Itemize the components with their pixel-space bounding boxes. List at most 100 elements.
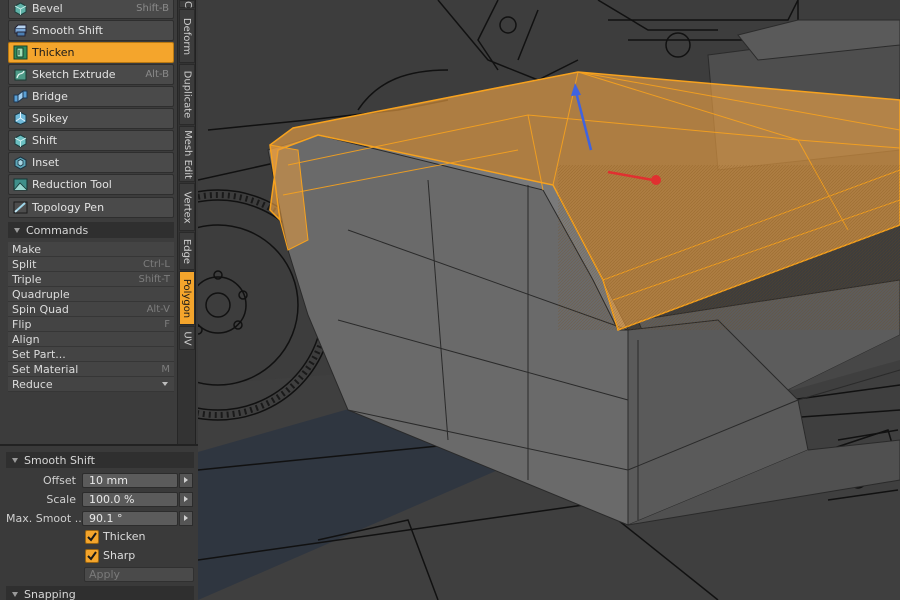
sharp-checkbox-label: Sharp bbox=[103, 549, 136, 562]
offset-input[interactable]: 10 mm bbox=[82, 472, 178, 488]
sharp-checkbox[interactable] bbox=[85, 549, 99, 563]
inset-icon bbox=[14, 156, 27, 170]
command-flip-button[interactable]: Flip F bbox=[8, 317, 174, 332]
command-label: Spin Quad bbox=[12, 302, 69, 316]
command-triple-button[interactable]: Triple Shift-T bbox=[8, 272, 174, 287]
smooth-shift-section-header[interactable]: Smooth Shift bbox=[6, 452, 194, 468]
checkmark-icon bbox=[87, 532, 97, 542]
command-set-part-button[interactable]: Set Part... bbox=[8, 347, 174, 362]
tool-smooth-shift-label: Smooth Shift bbox=[32, 24, 103, 37]
commands-header-label: Commands bbox=[26, 223, 89, 237]
tab-label: C bbox=[181, 0, 193, 8]
command-label: Set Part... bbox=[12, 347, 66, 361]
tool-properties-panel: Smooth Shift Offset 10 mm Scale 100.0 % … bbox=[0, 444, 198, 600]
tab-label: Mesh Edit bbox=[181, 129, 193, 179]
max-smooth-input[interactable]: 90.1 ° bbox=[82, 510, 178, 526]
tool-thicken-button[interactable]: Thicken bbox=[8, 42, 174, 63]
thicken-icon bbox=[13, 45, 28, 60]
reduction-tool-icon bbox=[13, 178, 28, 191]
command-reduce-dropdown[interactable]: Reduce bbox=[8, 377, 174, 392]
tool-shift-button[interactable]: Shift bbox=[8, 130, 174, 151]
bevel-icon bbox=[14, 2, 27, 16]
scale-spinner[interactable] bbox=[179, 491, 193, 507]
command-split-button[interactable]: Split Ctrl-L bbox=[8, 257, 174, 272]
command-shortcut: Alt-V bbox=[146, 303, 170, 315]
gizmo-x-handle[interactable] bbox=[651, 175, 661, 185]
offset-spinner[interactable] bbox=[179, 472, 193, 488]
tab-mesh-edit[interactable]: Mesh Edit bbox=[179, 126, 195, 182]
max-smooth-label: Max. Smoot ... bbox=[6, 511, 82, 525]
scale-label: Scale bbox=[46, 492, 76, 506]
checkmark-icon bbox=[87, 551, 97, 561]
topology-pen-icon bbox=[13, 201, 28, 214]
tab-label: UV bbox=[181, 330, 193, 346]
command-label: Split bbox=[12, 257, 37, 271]
tab-uv[interactable]: UV bbox=[179, 326, 195, 350]
command-shortcut: M bbox=[161, 363, 170, 375]
snapping-header-label: Snapping bbox=[24, 587, 76, 600]
spinner-arrow-icon bbox=[184, 477, 188, 483]
tool-topology-pen-label: Topology Pen bbox=[32, 201, 105, 214]
tab-label: Duplicate bbox=[181, 70, 193, 119]
tab-edge[interactable]: Edge bbox=[179, 232, 195, 270]
collapse-triangle-icon bbox=[14, 227, 20, 233]
shift-icon bbox=[14, 134, 27, 148]
scale-input[interactable]: 100.0 % bbox=[82, 491, 178, 507]
tool-bevel-label: Bevel bbox=[32, 2, 63, 15]
thicken-checkbox[interactable] bbox=[85, 530, 99, 544]
spikey-icon bbox=[14, 111, 27, 126]
spinner-arrow-icon bbox=[184, 496, 188, 502]
command-make-button[interactable]: Make bbox=[8, 242, 174, 257]
tool-topology-pen-button[interactable]: Topology Pen bbox=[8, 197, 174, 218]
command-label: Set Material bbox=[12, 362, 79, 376]
tool-inset-button[interactable]: Inset bbox=[8, 152, 174, 173]
tool-spikey-button[interactable]: Spikey bbox=[8, 108, 174, 129]
tool-sketch-extrude-button[interactable]: Sketch Extrude Alt-B bbox=[8, 64, 174, 85]
dropdown-arrow-icon bbox=[162, 382, 168, 386]
command-label: Flip bbox=[12, 317, 32, 331]
tab-vertex[interactable]: Vertex bbox=[179, 183, 195, 231]
command-align-button[interactable]: Align bbox=[8, 332, 174, 347]
3d-viewport[interactable] bbox=[198, 0, 900, 600]
collapse-triangle-icon bbox=[12, 591, 18, 597]
tab-label: Vertex bbox=[181, 190, 193, 224]
command-spin-quad-button[interactable]: Spin Quad Alt-V bbox=[8, 302, 174, 317]
command-set-material-button[interactable]: Set Material M bbox=[8, 362, 174, 377]
tool-reduction-tool-button[interactable]: Reduction Tool bbox=[8, 174, 174, 195]
offset-row: Offset 10 mm bbox=[6, 472, 194, 488]
command-quadruple-button[interactable]: Quadruple bbox=[8, 287, 174, 302]
tool-thicken-label: Thicken bbox=[32, 46, 75, 59]
snapping-section-header[interactable]: Snapping bbox=[6, 586, 194, 600]
thicken-checkbox-label: Thicken bbox=[103, 530, 146, 543]
spinner-arrow-icon bbox=[184, 515, 188, 521]
tab-duplicate[interactable]: Duplicate bbox=[179, 64, 195, 125]
tool-sketch-extrude-label: Sketch Extrude bbox=[32, 68, 116, 81]
command-label: Quadruple bbox=[12, 287, 70, 301]
tool-bevel-button[interactable]: Bevel Shift-B bbox=[8, 0, 174, 19]
max-smooth-row: Max. Smoot ... 90.1 ° bbox=[6, 510, 194, 526]
tool-smooth-shift-button[interactable]: Smooth Shift bbox=[8, 20, 174, 41]
offset-label: Offset bbox=[42, 473, 76, 487]
command-label: Reduce bbox=[12, 377, 53, 391]
sketch-extrude-icon bbox=[14, 69, 27, 81]
viewport-scene bbox=[198, 0, 900, 600]
tool-inset-label: Inset bbox=[32, 156, 60, 169]
collapse-triangle-icon bbox=[12, 457, 18, 463]
smooth-shift-icon bbox=[14, 24, 27, 37]
tool-spikey-label: Spikey bbox=[32, 112, 69, 125]
command-label: Triple bbox=[12, 272, 42, 286]
commands-section-header[interactable]: Commands bbox=[8, 222, 174, 238]
command-shortcut: F bbox=[164, 318, 170, 330]
tab-label: Edge bbox=[181, 238, 193, 264]
tool-reduction-tool-label: Reduction Tool bbox=[32, 178, 112, 191]
bridge-icon bbox=[13, 89, 28, 104]
tool-bridge-button[interactable]: Bridge bbox=[8, 86, 174, 107]
tool-sketch-extrude-shortcut: Alt-B bbox=[145, 69, 169, 80]
tab-polygon[interactable]: Polygon bbox=[179, 271, 195, 325]
command-shortcut: Shift-T bbox=[138, 273, 170, 285]
tab-c[interactable]: C bbox=[179, 0, 195, 8]
max-smooth-spinner[interactable] bbox=[179, 510, 193, 526]
tab-label: Deform bbox=[181, 17, 193, 55]
apply-button[interactable]: Apply bbox=[84, 567, 194, 582]
tab-deform[interactable]: Deform bbox=[179, 9, 195, 63]
